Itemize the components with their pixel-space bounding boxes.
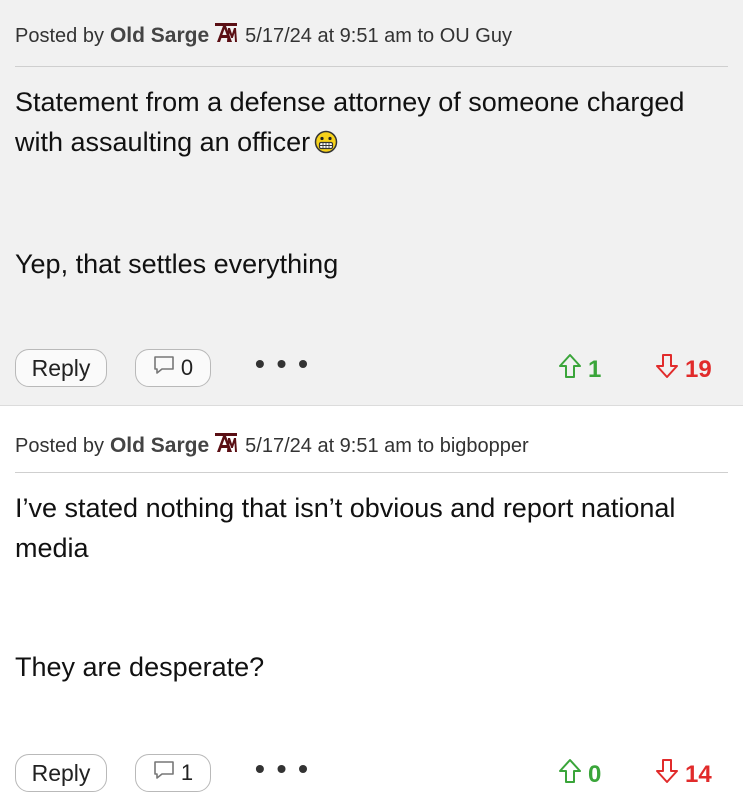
post-meta: Posted by Old Sarge 5/17/24 at 9:51 am t… xyxy=(15,432,529,460)
post-2: Posted by Old Sarge 5/17/24 at 9:51 am t… xyxy=(0,406,743,800)
post-paragraph: Yep, that settles everything xyxy=(15,249,339,279)
more-options-button[interactable]: • • • xyxy=(255,755,310,783)
downvote-button[interactable]: 19 xyxy=(655,353,712,386)
post-meta-details: 5/17/24 at 9:51 am to bigbopper xyxy=(245,434,529,457)
divider xyxy=(15,472,728,473)
downvote-button[interactable]: 14 xyxy=(655,758,712,791)
more-options-button[interactable]: • • • xyxy=(255,350,310,378)
post-paragraph: I’ve stated nothing that isn’t obvious a… xyxy=(15,493,676,563)
post-paragraph: They are desperate? xyxy=(15,652,265,682)
post-body: Statement from a defense attorney of som… xyxy=(15,82,703,284)
post-body: I’ve stated nothing that isn’t obvious a… xyxy=(15,488,703,687)
comment-bubble-icon xyxy=(153,355,175,381)
author-name[interactable]: Old Sarge xyxy=(110,434,209,458)
grimace-emoji-icon xyxy=(314,125,338,165)
posted-by-label: Posted by xyxy=(15,24,104,47)
upvote-arrow-icon xyxy=(558,758,582,791)
comment-count: 1 xyxy=(180,760,194,785)
comment-count: 0 xyxy=(180,355,194,380)
upvote-button[interactable]: 1 xyxy=(558,353,601,386)
reply-button[interactable]: Reply xyxy=(15,349,107,387)
divider xyxy=(15,66,728,67)
downvote-arrow-icon xyxy=(655,758,679,791)
post-meta: Posted by Old Sarge 5/17/24 at 9:51 am t… xyxy=(15,22,512,50)
upvote-arrow-icon xyxy=(558,353,582,386)
texas-am-logo-icon xyxy=(215,22,238,50)
post-meta-details: 5/17/24 at 9:51 am to OU Guy xyxy=(245,24,512,47)
comment-count-button[interactable]: 1 xyxy=(135,754,211,792)
comment-count-button[interactable]: 0 xyxy=(135,349,211,387)
texas-am-logo-icon xyxy=(215,432,238,460)
downvote-arrow-icon xyxy=(655,353,679,386)
post-paragraph: Statement from a defense attorney of som… xyxy=(15,82,703,165)
comment-bubble-icon xyxy=(153,760,175,786)
upvote-button[interactable]: 0 xyxy=(558,758,601,791)
downvote-count: 14 xyxy=(685,760,712,788)
reply-button[interactable]: Reply xyxy=(15,754,107,792)
post-actions: Reply 1 • • • 0 14 xyxy=(0,754,743,794)
post-1: Posted by Old Sarge 5/17/24 at 9:51 am t… xyxy=(0,0,743,406)
upvote-count: 0 xyxy=(588,760,602,788)
upvote-count: 1 xyxy=(588,355,602,383)
author-name[interactable]: Old Sarge xyxy=(110,24,209,48)
downvote-count: 19 xyxy=(685,355,712,383)
post-actions: Reply 0 • • • 1 19 xyxy=(0,349,743,389)
posted-by-label: Posted by xyxy=(15,434,104,457)
